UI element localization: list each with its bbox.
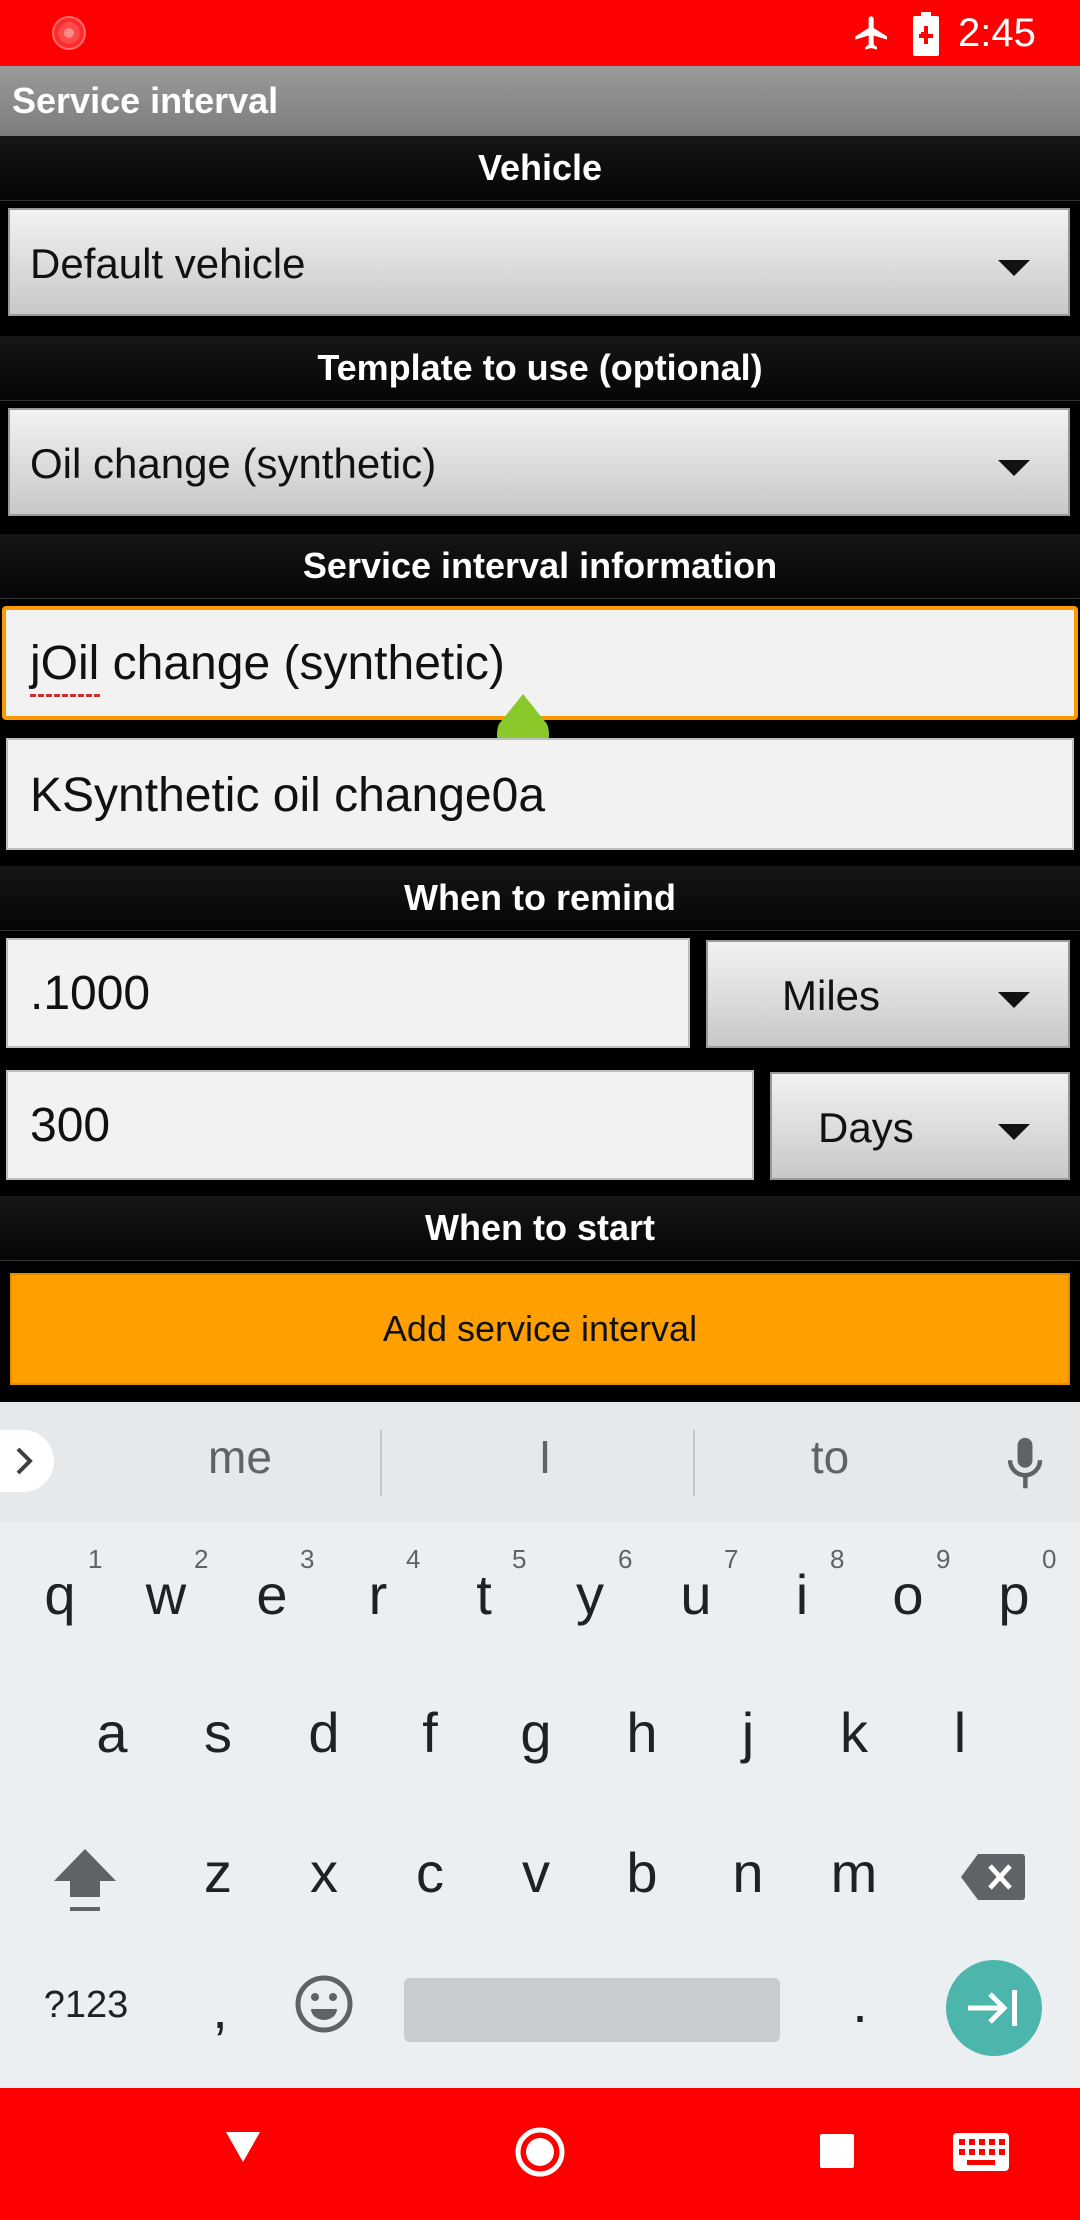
time-field-value: 300 — [30, 1099, 111, 1152]
next-arrow-icon — [968, 1990, 1017, 2026]
page-title: Service interval — [12, 80, 279, 121]
key-hint-3: 3 — [300, 1544, 315, 1574]
template-dropdown-value: Oil change (synthetic) — [30, 440, 437, 487]
time-unit-dropdown[interactable]: Days — [770, 1072, 1070, 1180]
key-s[interactable]: s — [178, 1698, 258, 1768]
section-header-remind: When to remind — [0, 866, 1080, 931]
expand-suggestions-button[interactable] — [0, 1430, 54, 1492]
key-m[interactable]: m — [814, 1838, 894, 1908]
suggestion-divider — [693, 1430, 695, 1496]
key-hint-4: 4 — [406, 1544, 421, 1574]
spacebar-key[interactable] — [404, 1978, 780, 2042]
key-v[interactable]: v — [496, 1838, 576, 1908]
suggestion-3[interactable]: to — [700, 1430, 960, 1484]
distance-unit-dropdown[interactable]: Miles — [706, 940, 1070, 1048]
shift-icon[interactable] — [52, 1845, 118, 1917]
description-field-value: KSynthetic oil change0a — [30, 769, 546, 822]
suggestion-2[interactable]: I — [400, 1430, 690, 1484]
section-header-vehicle: Vehicle — [0, 136, 1080, 201]
key-x[interactable]: x — [284, 1838, 364, 1908]
key-z[interactable]: z — [178, 1838, 258, 1908]
status-time: 2:45 — [958, 11, 1036, 55]
period-key[interactable]: . — [820, 1968, 900, 2038]
key-d[interactable]: d — [284, 1698, 364, 1768]
section-header-template: Template to use (optional) — [0, 336, 1080, 401]
time-unit-value: Days — [818, 1104, 914, 1151]
key-c[interactable]: c — [390, 1838, 470, 1908]
battery-charging-icon — [913, 12, 939, 56]
recording-icon — [52, 16, 86, 50]
back-icon[interactable] — [224, 2130, 262, 2164]
symbols-key[interactable]: ?123 — [36, 1970, 136, 2040]
key-a[interactable]: a — [72, 1698, 152, 1768]
soft-keyboard: me I to ?123 , . q1w2e3r4t5y 6 u 7 i 8 o… — [0, 1402, 1080, 2088]
recents-icon[interactable] — [820, 2134, 854, 2168]
comma-key[interactable]: , — [180, 1974, 260, 2044]
home-icon[interactable] — [514, 2126, 566, 2178]
vehicle-dropdown-value: Default vehicle — [30, 240, 306, 287]
key-hint-6: 6 — [618, 1544, 633, 1574]
section-header-info: Service interval information — [0, 534, 1080, 599]
chevron-down-icon — [998, 460, 1030, 476]
distance-field[interactable]: .1000 — [6, 938, 690, 1048]
keyboard-switch-icon[interactable] — [952, 2132, 1010, 2172]
key-hint-1: 1 — [88, 1544, 103, 1574]
spellcheck-underline — [30, 694, 102, 697]
description-field[interactable]: KSynthetic oil change0a — [6, 738, 1074, 850]
key-hint-9: 9 — [936, 1544, 951, 1574]
section-header-start: When to start — [0, 1196, 1080, 1261]
key-hint-8: 8 — [830, 1544, 845, 1574]
suggestion-strip: me I to — [0, 1402, 1080, 1522]
navigation-bar — [0, 2088, 1080, 2220]
microphone-icon[interactable] — [1002, 1436, 1048, 1492]
key-j[interactable]: j — [708, 1698, 788, 1768]
key-hint-0: 0 — [1042, 1544, 1057, 1574]
template-dropdown[interactable]: Oil change (synthetic) — [8, 408, 1070, 516]
key-g[interactable]: g — [496, 1698, 576, 1768]
emoji-icon[interactable] — [294, 1974, 354, 2034]
distance-field-value: .1000 — [30, 967, 151, 1020]
backspace-icon[interactable] — [960, 1852, 1026, 1902]
key-hint-7: 7 — [724, 1544, 739, 1574]
key-l[interactable]: l — [920, 1698, 1000, 1768]
distance-unit-value: Miles — [782, 972, 881, 1019]
key-h[interactable]: h — [602, 1698, 682, 1768]
key-f[interactable]: f — [390, 1698, 470, 1768]
vehicle-dropdown[interactable]: Default vehicle — [8, 208, 1070, 316]
suggestion-divider — [380, 1430, 382, 1496]
airplane-mode-icon — [855, 16, 887, 50]
action-bar: Service interval — [0, 66, 1080, 136]
key-n[interactable]: n — [708, 1838, 788, 1908]
suggestion-1[interactable]: me — [100, 1430, 380, 1484]
name-field-value: jOil change (synthetic) — [30, 637, 505, 690]
key-hint-5: 5 — [512, 1544, 527, 1574]
add-service-interval-button[interactable]: Add service interval — [10, 1273, 1070, 1385]
chevron-down-icon — [998, 260, 1030, 276]
status-bar: 2:45 — [0, 0, 1080, 66]
key-b[interactable]: b — [602, 1838, 682, 1908]
chevron-right-icon — [16, 1447, 33, 1475]
key-hint-2: 2 — [194, 1544, 209, 1574]
enter-key[interactable] — [946, 1960, 1042, 2056]
time-field[interactable]: 300 — [6, 1070, 754, 1180]
key-k[interactable]: k — [814, 1698, 894, 1768]
chevron-down-icon — [998, 992, 1030, 1008]
chevron-down-icon — [998, 1124, 1030, 1140]
